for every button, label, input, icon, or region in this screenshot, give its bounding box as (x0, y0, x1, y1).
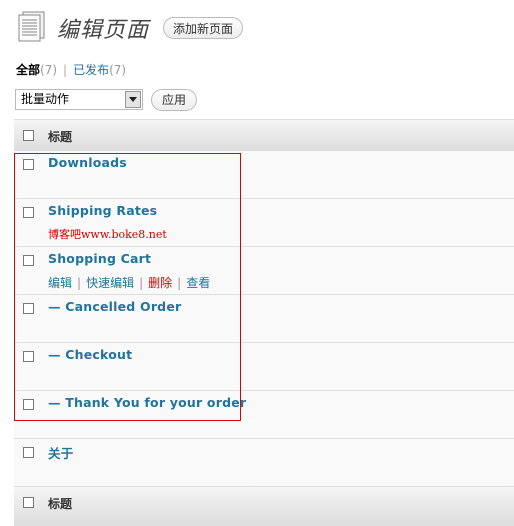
edit-link[interactable]: 编辑 (48, 276, 72, 290)
page-title-link[interactable]: Shopping Cart (48, 251, 151, 266)
status-filters: 全部(7) | 已发布(7) (16, 61, 126, 78)
row-checkbox[interactable] (23, 303, 34, 314)
column-title-footer[interactable]: 标题 (48, 495, 72, 512)
page-title-link[interactable]: — Checkout (48, 347, 132, 362)
row-checkbox[interactable] (23, 255, 34, 266)
row-checkbox[interactable] (23, 399, 34, 410)
pages-icon (18, 11, 45, 42)
table-row: — Thank You for your order (14, 391, 514, 439)
watermark-text: 博客吧www.boke8.net (48, 228, 167, 241)
filter-all-count: (7) (40, 63, 58, 77)
table-header: 标题 (14, 119, 514, 151)
table-row: Downloads (14, 151, 514, 199)
table-row: Shopping Cart 编辑 | 快速编辑 | 删除 | 查看 (14, 247, 514, 295)
column-title-header[interactable]: 标题 (48, 128, 72, 145)
delete-link[interactable]: 删除 (148, 276, 172, 290)
filter-separator: | (63, 63, 68, 77)
row-actions: 编辑 | 快速编辑 | 删除 | 查看 (48, 274, 210, 291)
view-link[interactable]: 查看 (186, 276, 210, 290)
quick-edit-link[interactable]: 快速编辑 (86, 276, 134, 290)
select-all-checkbox[interactable] (23, 130, 34, 141)
table-row: — Checkout (14, 343, 514, 391)
page-title-link[interactable]: Shipping Rates (48, 203, 157, 218)
filter-published[interactable]: 已发布 (73, 63, 109, 77)
row-checkbox[interactable] (23, 207, 34, 218)
page-title-link[interactable]: — Thank You for your order (48, 395, 246, 410)
bulk-actions-select[interactable]: 批量动作 (15, 89, 143, 110)
table-footer: 标题 (14, 486, 514, 526)
bulk-actions-value: 批量动作 (21, 92, 70, 106)
action-separator: | (77, 276, 82, 290)
add-new-page-button[interactable]: 添加新页面 (163, 17, 244, 39)
row-checkbox[interactable] (23, 447, 34, 458)
page-title-link[interactable]: Downloads (48, 155, 127, 170)
table-row: Shipping Rates 博客吧www.boke8.net (14, 199, 514, 247)
chevron-down-icon[interactable] (125, 91, 141, 108)
page-title: 编辑页面 (57, 18, 150, 43)
page-title-link[interactable]: — Cancelled Order (48, 299, 181, 314)
table-row: 关于 (14, 439, 514, 487)
action-separator: | (139, 276, 144, 290)
table-row: — Cancelled Order (14, 295, 514, 343)
row-checkbox[interactable] (23, 351, 34, 362)
row-checkbox[interactable] (23, 159, 34, 170)
action-separator: | (177, 276, 182, 290)
filter-published-count: (7) (109, 63, 127, 77)
apply-button[interactable]: 应用 (151, 89, 198, 111)
page-title-link[interactable]: 关于 (48, 443, 73, 462)
pages-table: 标题 Downloads Shipping Rates 博客吧www.boke8… (14, 119, 514, 487)
select-all-checkbox[interactable] (23, 497, 34, 508)
filter-all[interactable]: 全部 (16, 63, 40, 77)
